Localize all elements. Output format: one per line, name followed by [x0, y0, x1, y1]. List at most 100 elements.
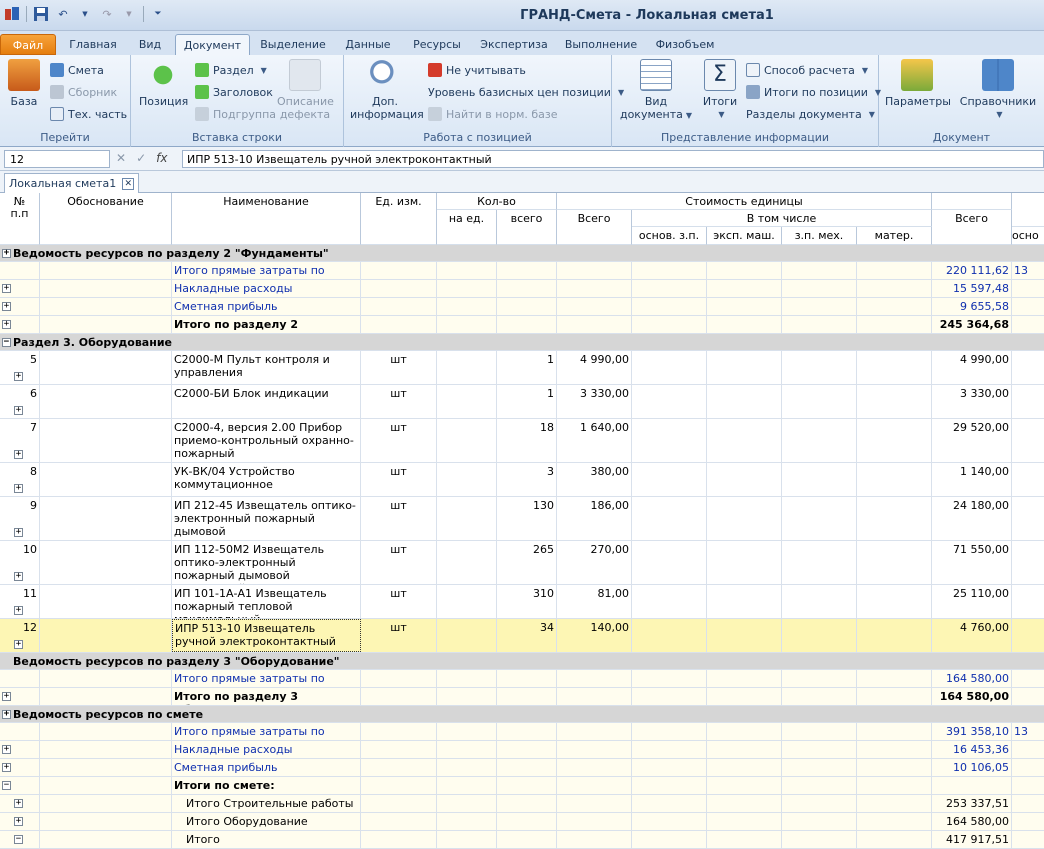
grid-cell[interactable] — [0, 262, 40, 279]
grid-cell[interactable] — [1012, 541, 1044, 584]
summary-row[interactable]: Итого прямые затраты по разделу в ценах … — [0, 262, 1044, 280]
grid-cell[interactable] — [707, 316, 782, 333]
grid-cell[interactable] — [707, 688, 782, 705]
grid-cell[interactable] — [1012, 316, 1044, 333]
grid-cell[interactable]: 245 364,68 — [932, 316, 1012, 333]
tab-execution[interactable]: Выполнение — [556, 34, 646, 55]
grid-cell[interactable] — [632, 831, 707, 848]
grid-cell[interactable] — [857, 262, 932, 279]
tab-document[interactable]: Документ — [175, 34, 250, 55]
base-button[interactable]: База — [6, 59, 42, 108]
grid-cell[interactable] — [782, 585, 857, 618]
grid-cell[interactable] — [632, 419, 707, 462]
grid-cell[interactable]: 164 580,00 — [932, 670, 1012, 687]
grid-cell[interactable] — [361, 777, 437, 794]
expand-icon[interactable]: + — [2, 284, 11, 293]
expand-icon[interactable]: + — [2, 763, 11, 772]
grid-cell[interactable] — [857, 463, 932, 496]
doc-sections-button[interactable]: Разделы документа ▼ — [746, 105, 875, 123]
ignore-button[interactable]: Не учитывать — [428, 61, 526, 79]
grid-cell[interactable] — [1012, 463, 1044, 496]
grid-cell[interactable] — [632, 497, 707, 540]
grid-cell[interactable] — [707, 777, 782, 794]
grid-cell[interactable] — [361, 670, 437, 687]
grid-cell[interactable]: С2000-4, версия 2.00 Прибор приемо-контр… — [172, 419, 361, 462]
grid-cell[interactable] — [361, 262, 437, 279]
grid-cell[interactable] — [857, 688, 932, 705]
grid-cell[interactable] — [1012, 419, 1044, 462]
grid-cell[interactable] — [361, 280, 437, 297]
grid-cell[interactable]: 140,00 — [557, 619, 632, 652]
grid-cell[interactable]: Накладные расходы — [172, 741, 361, 758]
grid-cell[interactable] — [1012, 280, 1044, 297]
grid-cell[interactable] — [632, 298, 707, 315]
document-view-button[interactable]: Вид документа ▼ — [618, 59, 694, 122]
grid-cell[interactable]: ИПР 513-10 Извещатель ручной электроконт… — [172, 619, 361, 652]
grid-cell[interactable] — [857, 419, 932, 462]
grid-cell[interactable] — [40, 351, 172, 384]
grid-cell[interactable] — [437, 813, 497, 830]
grid-cell[interactable]: ИП 212-45 Извещатель оптико-электронный … — [172, 497, 361, 540]
base-price-level-button[interactable]: Уровень базисных цен позиции ▼ — [428, 83, 624, 101]
grid-cell[interactable] — [361, 813, 437, 830]
grid-cell[interactable] — [707, 670, 782, 687]
expand-icon[interactable]: + — [14, 528, 23, 537]
grid-cell[interactable]: Итоги по смете: — [172, 777, 361, 794]
grid-cell[interactable]: 164 580,00 — [932, 813, 1012, 830]
grid-cell[interactable] — [1012, 759, 1044, 776]
function-icon[interactable]: fx — [156, 151, 167, 165]
grid-cell[interactable] — [707, 497, 782, 540]
grid-cell[interactable] — [1012, 813, 1044, 830]
grid-cell[interactable] — [497, 280, 557, 297]
summary-row[interactable]: Итого Строительные работы 253 337,51 + — [0, 795, 1044, 813]
grid-cell[interactable]: шт — [361, 419, 437, 462]
grid-cell[interactable] — [707, 541, 782, 584]
grid-cell[interactable] — [437, 541, 497, 584]
grid-cell[interactable]: шт — [361, 619, 437, 652]
grid-cell[interactable] — [632, 619, 707, 652]
grid-cell[interactable]: шт — [361, 351, 437, 384]
grid-cell[interactable] — [857, 670, 932, 687]
grid-cell[interactable] — [632, 670, 707, 687]
grid-cell[interactable]: 15 597,48 — [932, 280, 1012, 297]
grid-cell[interactable] — [40, 670, 172, 687]
grid-cell[interactable]: 18 — [497, 419, 557, 462]
summary-row[interactable]: Итого прямые затраты по смете в ценах 20… — [0, 723, 1044, 741]
grid-cell[interactable] — [40, 497, 172, 540]
grid-cell[interactable] — [632, 741, 707, 758]
grid-cell[interactable] — [40, 831, 172, 848]
item-row[interactable]: 11 ИП 101-1А-А1 Извещатель пожарный тепло… — [0, 585, 1044, 619]
grid-cell[interactable]: УК-ВК/04 Устройство коммутационное — [172, 463, 361, 496]
grid-cell[interactable]: Итого прямые затраты по разделу в ценах … — [172, 262, 361, 279]
grid-cell[interactable] — [0, 670, 40, 687]
grid-cell[interactable] — [0, 723, 40, 740]
summary-row[interactable]: Сметная прибыль 9 655,58 + — [0, 298, 1044, 316]
grid-cell[interactable] — [40, 262, 172, 279]
grid-cell[interactable]: шт — [361, 541, 437, 584]
grid-cell[interactable] — [857, 741, 932, 758]
grid-cell[interactable] — [707, 813, 782, 830]
item-row[interactable]: 9 ИП 212-45 Извещатель оптико-электронный… — [0, 497, 1044, 541]
additional-info-button[interactable]: Доп. информация — [350, 59, 424, 121]
close-icon[interactable]: ✕ — [122, 177, 135, 190]
grid-cell[interactable] — [782, 741, 857, 758]
grid-cell[interactable] — [857, 619, 932, 652]
grid-cell[interactable] — [1012, 497, 1044, 540]
grid-cell[interactable] — [40, 298, 172, 315]
grid-cell[interactable]: 1 140,00 — [932, 463, 1012, 496]
grid-cell[interactable] — [857, 813, 932, 830]
grid-cell[interactable] — [782, 280, 857, 297]
grid-cell[interactable] — [557, 741, 632, 758]
grid-cell[interactable]: 71 550,00 — [932, 541, 1012, 584]
summary-row[interactable]: Накладные расходы 16 453,36 + — [0, 741, 1044, 759]
col-num[interactable]: № п.п — [0, 193, 40, 245]
grid-cell[interactable] — [632, 262, 707, 279]
grid-cell[interactable] — [632, 385, 707, 418]
grid-cell[interactable] — [1012, 777, 1044, 794]
summary-row[interactable]: Накладные расходы 15 597,48 + — [0, 280, 1044, 298]
expand-icon[interactable]: + — [14, 484, 23, 493]
razdel-button[interactable]: Раздел ▼ — [195, 61, 267, 79]
grid-cell[interactable] — [1012, 741, 1044, 758]
grid-cell[interactable] — [497, 723, 557, 740]
summary-row[interactable]: Итоги по смете: − — [0, 777, 1044, 795]
